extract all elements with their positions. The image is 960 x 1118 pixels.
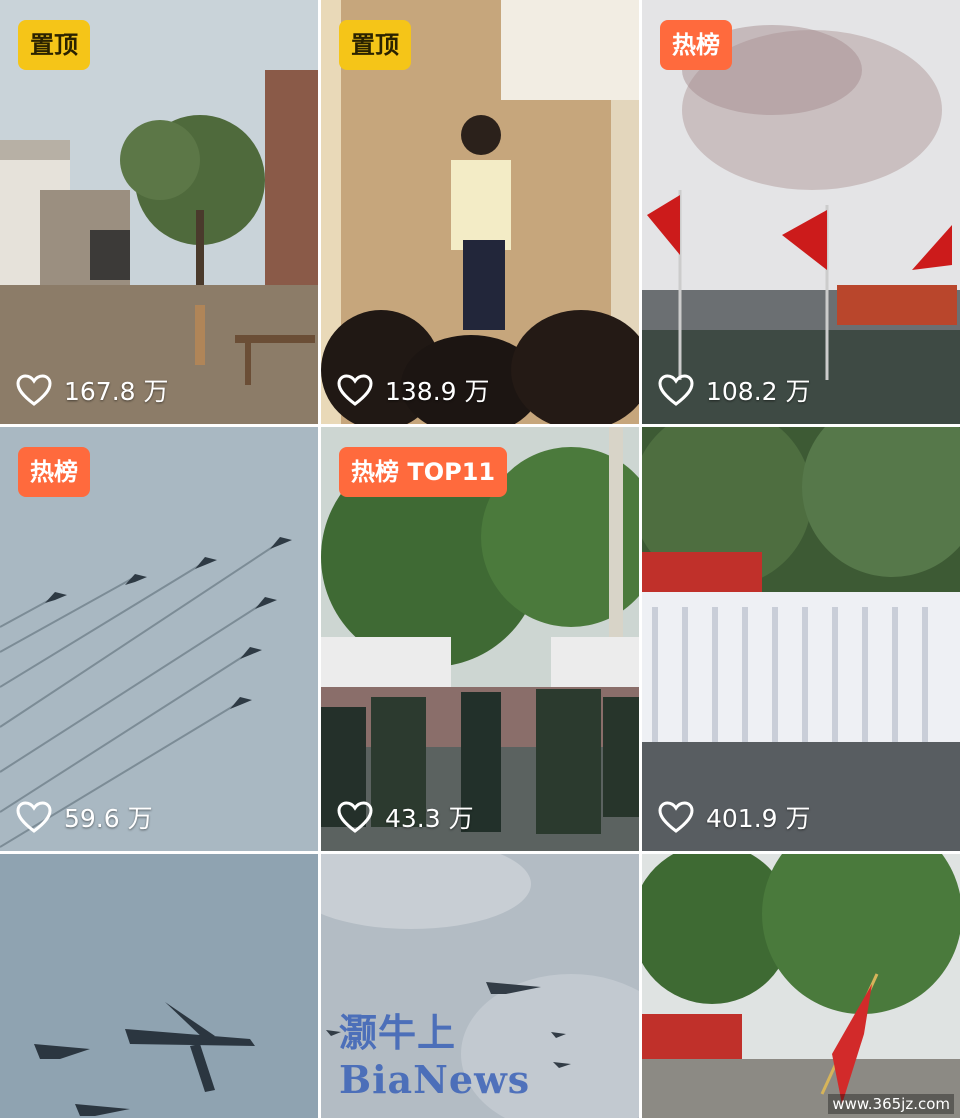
like-count-text: 43.3 万 bbox=[385, 804, 474, 833]
heart-icon bbox=[658, 374, 694, 406]
like-count: 401.9 万 bbox=[658, 795, 811, 839]
like-count-text: 138.9 万 bbox=[385, 377, 490, 406]
like-count-text: 108.2 万 bbox=[706, 377, 811, 406]
video-tile-5[interactable]: 热榜 TOP11 43.3 万 bbox=[321, 427, 639, 851]
pinned-badge: 置顶 bbox=[339, 20, 411, 70]
video-tile-4[interactable]: 热榜 59.6 万 bbox=[0, 427, 318, 851]
like-count: 43.3 万 bbox=[337, 795, 474, 839]
trending-badge: 热榜 TOP11 bbox=[339, 447, 508, 497]
video-thumbnail bbox=[642, 427, 960, 851]
like-count-text: 59.6 万 bbox=[64, 804, 153, 833]
pinned-badge: 置顶 bbox=[18, 20, 90, 70]
trending-badge: 热榜 bbox=[18, 447, 90, 497]
video-tile-1[interactable]: 置顶 167.8 万 bbox=[0, 0, 318, 424]
trending-badge: 热榜 bbox=[660, 20, 732, 70]
like-count-text: 401.9 万 bbox=[706, 804, 811, 833]
video-thumbnail bbox=[0, 854, 318, 1118]
video-tile-6[interactable]: 401.9 万 bbox=[642, 427, 960, 851]
video-thumbnail bbox=[642, 854, 960, 1118]
video-tile-2[interactable]: 置顶 138.9 万 bbox=[321, 0, 639, 424]
video-grid: 置顶 167.8 万 置顶 138.9 万 热榜 108.2 万 热榜 59.6… bbox=[0, 0, 960, 1118]
heart-icon bbox=[337, 801, 373, 833]
heart-icon bbox=[16, 801, 52, 833]
like-count: 167.8 万 bbox=[16, 368, 169, 412]
site-watermark: www.365jz.com bbox=[828, 1094, 954, 1114]
like-count: 108.2 万 bbox=[658, 368, 811, 412]
video-tile-7[interactable] bbox=[0, 854, 318, 1118]
video-tile-3[interactable]: 热榜 108.2 万 bbox=[642, 0, 960, 424]
news-watermark: 灏牛上 BiaNews bbox=[339, 1010, 531, 1102]
heart-icon bbox=[337, 374, 373, 406]
like-count: 138.9 万 bbox=[337, 368, 490, 412]
video-tile-8[interactable]: 灏牛上 BiaNews bbox=[321, 854, 639, 1118]
heart-icon bbox=[658, 801, 694, 833]
like-count-text: 167.8 万 bbox=[64, 377, 169, 406]
video-tile-9[interactable]: www.365jz.com bbox=[642, 854, 960, 1118]
like-count: 59.6 万 bbox=[16, 795, 153, 839]
heart-icon bbox=[16, 374, 52, 406]
